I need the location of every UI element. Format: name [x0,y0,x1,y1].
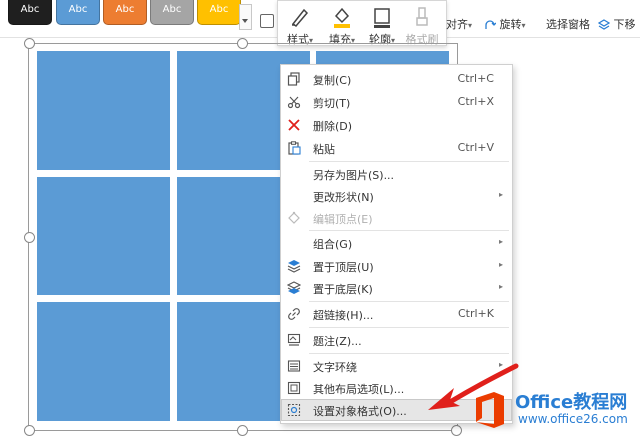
menu-item-label: 更改形状(N) [313,191,374,204]
resize-handle-top-left[interactable] [24,38,35,49]
format-painter-icon [416,7,428,26]
outline-tool-button[interactable]: 轮廓▾ [362,3,402,46]
menu-shortcut: Ctrl+C [457,72,494,85]
submenu-arrow-icon: ▸ [498,190,503,199]
menu-separator [309,327,509,328]
menu-item-label: 剪切(T) [313,97,351,110]
menu-shortcut: Ctrl+X [457,95,494,108]
text-wrap-icon [287,360,301,372]
layers-icon [598,19,610,30]
menu-item-delete[interactable]: 删除(D) [281,114,512,136]
ribbon: Abc Abc Abc Abc Abc 样式▾ 填充▾ 轮廓▾ 格式刷 对齐▾ … [0,0,640,46]
fill-tool-button[interactable]: 填充▾ [322,3,362,46]
watermark-logo: Office教程网 www.office26.com [468,384,638,436]
format-object-icon [287,403,301,417]
menu-item-label: 题注(Z)... [313,335,362,348]
menu-item-hyperlink[interactable]: 超链接(H)... Ctrl+K [281,303,512,325]
menu-separator [309,353,509,354]
menu-shortcut: Ctrl+V [457,141,494,154]
submenu-arrow-icon: ▸ [498,282,503,291]
menu-item-change-shape[interactable]: 更改形状(N) ▸ [281,185,512,207]
menu-item-bring-to-front[interactable]: 置于顶层(U) ▸ [281,255,512,277]
menu-item-label: 设置对象格式(O)... [313,405,407,418]
menu-shortcut: Ctrl+K [457,307,494,320]
shape-style-swatch-gray[interactable]: Abc [150,0,194,25]
shape-style-swatch-blue[interactable]: Abc [56,0,100,25]
resize-handle-middle-left[interactable] [24,232,35,243]
rotate-icon [485,20,496,29]
send-backward-label: 下移 [613,18,636,31]
menu-item-label: 文字环绕 [313,361,357,374]
paste-icon [288,141,301,155]
selection-pane-label: 选择窗格 [546,18,590,31]
menu-item-label: 置于底层(K) [313,283,373,296]
menu-item-label: 复制(C) [313,74,352,87]
shape-style-swatch-black[interactable]: Abc [8,0,52,25]
swatch-more-dropdown[interactable] [239,4,252,30]
edit-points-icon [288,211,300,224]
shape-style-swatch-orange[interactable]: Abc [103,0,147,25]
menu-item-label: 置于顶层(U) [313,261,374,274]
resize-handle-bottom-left[interactable] [24,425,35,436]
bring-front-icon [287,260,301,273]
layout-options-icon [287,381,301,395]
resize-handle-top-middle[interactable] [237,38,248,49]
office-logo-icon [476,392,504,428]
outline-icon [374,8,390,28]
submenu-arrow-icon: ▸ [498,260,503,269]
menu-item-send-to-back[interactable]: 置于底层(K) ▸ [281,277,512,299]
send-backward-button[interactable]: 下移 [598,16,636,32]
menu-separator [309,161,509,162]
menu-item-label: 另存为图片(S)... [313,169,395,182]
resize-handle-bottom-right[interactable] [451,425,462,436]
menu-item-caption[interactable]: 题注(Z)... [281,329,512,351]
send-back-icon [287,281,301,294]
align-label: 对齐 [446,18,468,31]
menu-item-label: 编辑顶点(E) [313,213,373,226]
menu-item-label: 粘贴 [313,143,335,156]
format-painter-button[interactable]: 格式刷 [402,3,442,46]
selection-pane-button[interactable]: 选择窗格 [546,16,590,32]
submenu-arrow-icon: ▸ [498,237,503,246]
watermark-url: www.office26.com [518,412,628,426]
shape-effect-icon[interactable] [260,14,274,28]
menu-item-save-as-picture[interactable]: 另存为图片(S)... [281,163,512,185]
menu-item-label: 超链接(H)... [313,309,374,322]
align-button[interactable]: 对齐▾ [446,16,472,32]
menu-item-cut[interactable]: 剪切(T) Ctrl+X [281,91,512,113]
watermark-brand: Office教程网 [515,392,628,413]
resize-handle-bottom-middle[interactable] [237,425,248,436]
menu-item-label: 其他布局选项(L)... [313,383,405,396]
hyperlink-icon [288,308,300,320]
scissors-icon [287,96,301,109]
rotate-caret-icon: ▾ [521,21,526,30]
delete-x-icon [288,119,300,131]
menu-item-copy[interactable]: 复制(C) Ctrl+C [281,68,512,90]
caption-icon [287,333,301,346]
align-caret-icon: ▾ [468,21,473,30]
fill-bucket-icon [334,7,350,28]
menu-separator [309,230,509,231]
rotate-button[interactable]: 旋转▾ [484,16,526,32]
menu-item-label: 组合(G) [313,238,353,251]
brush-icon [291,8,309,27]
rotate-label: 旋转 [499,18,522,31]
style-tool-button[interactable]: 样式▾ [280,3,320,46]
menu-separator [309,301,509,302]
shape-style-swatch-yellow[interactable]: Abc [197,0,241,25]
copy-icon [287,72,300,86]
menu-item-paste[interactable]: 粘贴 Ctrl+V [281,137,512,159]
format-tool-group: 样式▾ 填充▾ 轮廓▾ 格式刷 [277,0,447,46]
menu-item-group[interactable]: 组合(G) ▸ [281,232,512,254]
menu-item-label: 删除(D) [313,120,353,133]
menu-item-edit-points: 编辑顶点(E) [281,207,512,229]
